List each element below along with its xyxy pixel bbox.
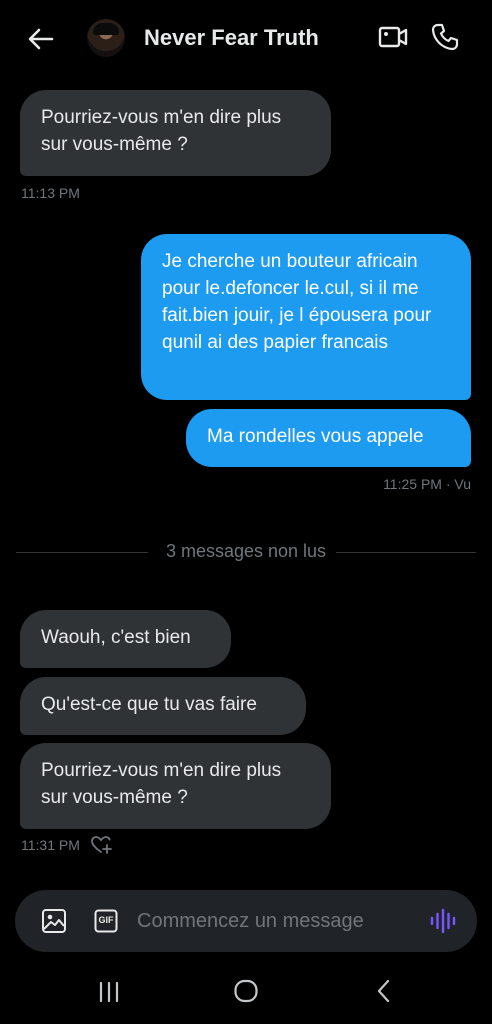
- video-camera-icon: [378, 26, 408, 48]
- message-text: Pourriez-vous m'en dire plus sur vous-mê…: [41, 107, 282, 155]
- media-button[interactable]: [41, 908, 67, 934]
- recent-apps-icon: [99, 981, 119, 1003]
- incoming-message-bubble[interactable]: Waouh, c'est bien: [20, 610, 231, 668]
- system-back-button[interactable]: [373, 978, 395, 1004]
- message-text: Je cherche un bouteur africain pour le.d…: [162, 251, 432, 353]
- outgoing-message-bubble[interactable]: Je cherche un bouteur africain pour le.d…: [141, 234, 471, 400]
- chevron-left-icon: [377, 979, 390, 1003]
- add-reaction-button[interactable]: [90, 834, 112, 856]
- gif-label: GIF: [98, 915, 114, 925]
- home-button[interactable]: [233, 978, 259, 1004]
- recent-apps-button[interactable]: [96, 980, 122, 1004]
- message-composer: GIF: [15, 890, 477, 952]
- message-text: Qu'est-ce que tu vas faire: [41, 694, 257, 715]
- divider-line: [336, 552, 476, 553]
- message-text: Pourriez-vous m'en dire plus sur vous-mê…: [41, 760, 282, 808]
- voice-call-button[interactable]: [430, 22, 460, 52]
- heart-plus-icon: [91, 836, 112, 854]
- voice-waveform-icon: [430, 908, 456, 934]
- gif-button[interactable]: GIF: [94, 909, 118, 933]
- conversation-header: Never Fear Truth: [0, 0, 492, 78]
- incoming-message-bubble[interactable]: Qu'est-ce que tu vas faire: [20, 677, 306, 735]
- outgoing-message-bubble[interactable]: Ma rondelles vous appele: [186, 409, 471, 467]
- video-call-button[interactable]: [378, 24, 410, 52]
- message-timestamp: 11:13 PM: [21, 185, 80, 201]
- message-timestamp: 11:31 PM: [21, 837, 80, 853]
- avatar[interactable]: [87, 19, 125, 57]
- incoming-message-bubble[interactable]: Pourriez-vous m'en dire plus sur vous-mê…: [20, 743, 331, 829]
- message-text: Waouh, c'est bien: [41, 627, 191, 648]
- image-icon: [42, 909, 66, 933]
- system-navigation-bar: [0, 966, 492, 1024]
- conversation-title[interactable]: Never Fear Truth: [144, 25, 319, 51]
- back-button[interactable]: [24, 24, 58, 54]
- unread-divider: 3 messages non lus: [16, 540, 476, 564]
- message-timestamp: 11:25 PM · Vu: [383, 476, 471, 492]
- message-text: Ma rondelles vous appele: [207, 426, 424, 447]
- incoming-message-bubble[interactable]: Pourriez-vous m'en dire plus sur vous-mê…: [20, 90, 331, 176]
- message-input[interactable]: [137, 905, 417, 937]
- voice-message-button[interactable]: [429, 907, 457, 935]
- phone-icon: [431, 23, 459, 51]
- arrow-left-icon: [28, 28, 54, 50]
- dm-conversation-screen: Never Fear Truth Pourriez-vous m'en dire…: [0, 0, 492, 1024]
- home-icon: [234, 979, 258, 1003]
